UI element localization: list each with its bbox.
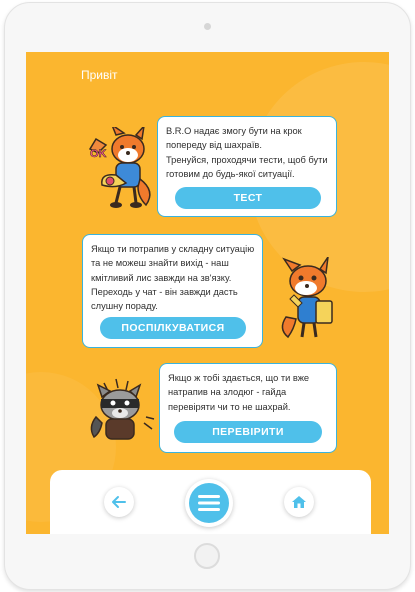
check-card-text-line: перевіряти чи то не шахрай. <box>168 401 291 412</box>
fox-ok-sticker-icon: OK <box>88 127 151 208</box>
test-card-text-line: B.R.O надає змогу бути на крок <box>166 126 302 136</box>
tablet-frame: Привіт OK B.R.O надає змогу бути на крок… <box>4 2 411 590</box>
chat-card-text-line: кмітливий лис завжди на зв'язку. <box>91 272 232 283</box>
test-card-text-line: попереду від шахраїв. <box>166 140 262 151</box>
greeting-title: Привіт <box>81 68 118 82</box>
camera-icon <box>204 23 211 30</box>
chat-card: Якщо ти потрапив у складну ситуацію та н… <box>82 234 263 348</box>
menu-button-circle <box>189 483 229 523</box>
back-button[interactable] <box>104 487 134 517</box>
check-card: Якщо ж тобі здається, що ти вже натрапив… <box>159 363 337 453</box>
app-screen: Привіт OK B.R.O надає змогу бути на крок… <box>26 52 389 534</box>
check-card-text: Якщо ж тобі здається, що ти вже натрапив… <box>168 371 309 414</box>
raccoon-thief-sticker-icon <box>90 378 155 440</box>
home-button[interactable] <box>284 487 314 517</box>
chat-card-text-line: та не можеш знайти вихід - наш <box>91 258 229 269</box>
test-button[interactable]: ТЕСТ <box>175 187 321 209</box>
chat-card-text-line: Якщо ти потрапив у складну ситуацію <box>91 244 255 254</box>
check-card-text-line: Якщо ж тобі здається, що ти вже <box>168 373 310 383</box>
home-icon <box>292 496 306 508</box>
bottom-navigation <box>50 470 371 534</box>
test-card-text: B.R.O надає змогу бути на крок попереду … <box>166 124 328 181</box>
chat-button[interactable]: ПОСПІЛКУВАТИСЯ <box>100 317 246 339</box>
menu-button[interactable] <box>185 479 233 527</box>
chat-card-text-line: Переходь у чат - він завжди дасть <box>91 286 238 297</box>
check-button[interactable]: ПЕРЕВІРИТИ <box>174 421 322 443</box>
test-card-text-line: Тренуйся, проходячи тести, щоб бути <box>166 154 328 165</box>
check-card-text-line: натрапив на злодюг - гайда <box>168 387 287 398</box>
menu-icon <box>198 495 220 511</box>
back-arrow-icon <box>112 496 126 508</box>
chat-card-text-line: слушну пораду. <box>91 301 158 312</box>
device-home-button[interactable] <box>194 543 220 569</box>
svg-text:OK: OK <box>90 148 107 160</box>
fox-phone-sticker-icon <box>281 257 333 339</box>
test-card: B.R.O надає змогу бути на крок попереду … <box>157 116 337 217</box>
chat-card-text: Якщо ти потрапив у складну ситуацію та н… <box>91 242 254 313</box>
test-card-text-line: готовим до будь-якої ситуації. <box>166 168 295 179</box>
